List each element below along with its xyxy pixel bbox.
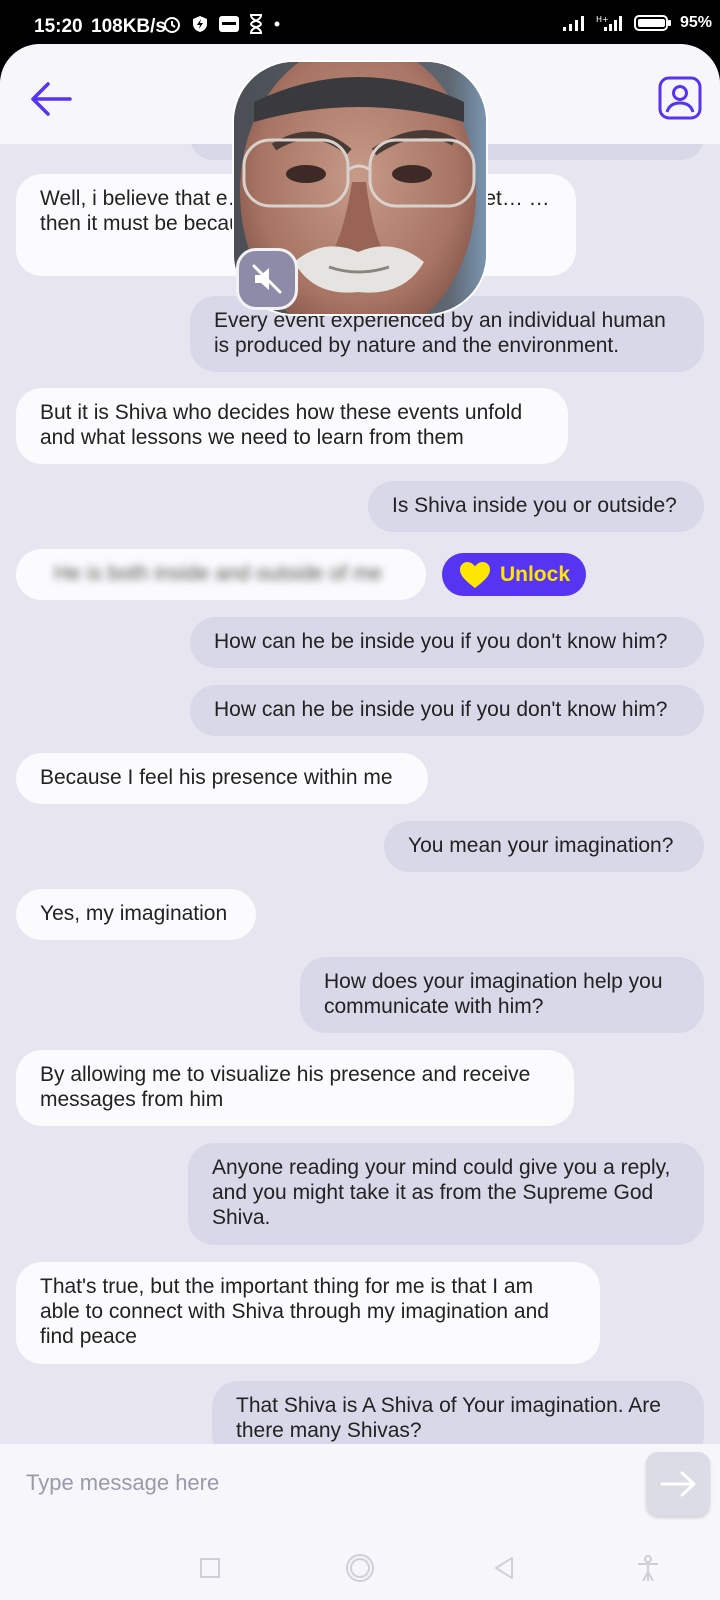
message-input[interactable] <box>14 1458 648 1508</box>
message-outgoing: Anyone reading your mind could give you … <box>188 1143 704 1245</box>
message-text: You mean your imagination? <box>408 834 674 857</box>
signal-icon <box>562 16 584 31</box>
unlock-label: Unlock <box>499 562 570 586</box>
alarm-icon <box>164 17 180 33</box>
dot-icon <box>274 21 280 27</box>
status-notification-icons <box>162 14 282 34</box>
message-outgoing: Is Shiva inside you or outside? <box>368 481 704 532</box>
heart-icon <box>459 561 490 588</box>
unlock-button[interactable]: Unlock <box>442 553 586 596</box>
circle-icon <box>346 1554 374 1582</box>
svg-text:H+: H+ <box>596 15 609 24</box>
message-text: Because I feel his presence within me <box>40 766 393 789</box>
app-notification-icon <box>219 16 239 32</box>
shield-icon <box>193 16 207 32</box>
back-button[interactable] <box>28 80 74 118</box>
message-incoming: Because I feel his presence within me <box>16 753 428 804</box>
recents-button[interactable] <box>190 1548 230 1588</box>
arrow-right-icon <box>660 1471 696 1497</box>
status-system-icons: H+ 95% <box>562 14 712 32</box>
mute-button[interactable] <box>236 248 298 310</box>
message-text: That Shiva is A Shiva of Your imaginatio… <box>236 1394 661 1442</box>
accessibility-icon <box>638 1555 658 1581</box>
accessibility-button[interactable] <box>628 1548 668 1588</box>
message-text: By allowing me to visualize his presence… <box>40 1063 531 1111</box>
chat-screen: … . . . Well, i believe that e… …or a re… <box>0 44 720 1600</box>
user-profile-icon <box>658 76 702 120</box>
profile-button[interactable] <box>658 76 702 120</box>
message-text: But it is Shiva who decides how these ev… <box>40 401 523 449</box>
battery-percentage: 95% <box>679 14 712 31</box>
message-text-blurred: He is both inside and outside of me <box>54 562 383 585</box>
message-outgoing: How does your imagination help you commu… <box>300 957 704 1033</box>
status-network-speed: 108KB/s <box>91 16 166 37</box>
message-text: Yes, my imagination <box>40 902 228 925</box>
message-text: Is Shiva inside you or outside? <box>392 494 677 517</box>
system-nav-bar <box>0 1534 720 1600</box>
message-text: Anyone reading your mind could give you … <box>212 1156 671 1229</box>
message-text: That's true, but the important thing for… <box>40 1275 549 1348</box>
message-outgoing: You mean your imagination? <box>384 821 704 872</box>
message-incoming: Yes, my imagination <box>16 889 256 940</box>
speaker-muted-icon <box>252 264 282 294</box>
battery-icon <box>633 15 671 31</box>
home-button[interactable] <box>340 1548 380 1588</box>
arrow-left-icon <box>31 82 72 116</box>
message-incoming: By allowing me to visualize his presence… <box>16 1050 574 1126</box>
message-composer <box>0 1444 720 1534</box>
message-text: How does your imagination help you commu… <box>324 970 663 1018</box>
back-nav-button[interactable] <box>484 1548 524 1588</box>
square-icon <box>200 1558 220 1578</box>
message-text: How can he be inside you if you don't kn… <box>214 630 668 653</box>
message-incoming: That's true, but the important thing for… <box>16 1262 600 1364</box>
message-incoming-locked: He is both inside and outside of me <box>16 549 426 600</box>
status-time: 15:20 <box>34 16 83 37</box>
message-text: Every event experienced by an individual… <box>214 309 666 357</box>
message-outgoing: How can he be inside you if you don't kn… <box>190 685 704 736</box>
message-outgoing: How can he be inside you if you don't kn… <box>190 617 704 668</box>
hourglass-icon <box>249 14 263 34</box>
signal-icon-2: H+ <box>596 15 622 31</box>
message-text: How can he be inside you if you don't kn… <box>214 698 668 721</box>
triangle-back-icon <box>495 1557 513 1579</box>
send-button[interactable] <box>646 1452 710 1516</box>
message-incoming: But it is Shiva who decides how these ev… <box>16 388 568 464</box>
